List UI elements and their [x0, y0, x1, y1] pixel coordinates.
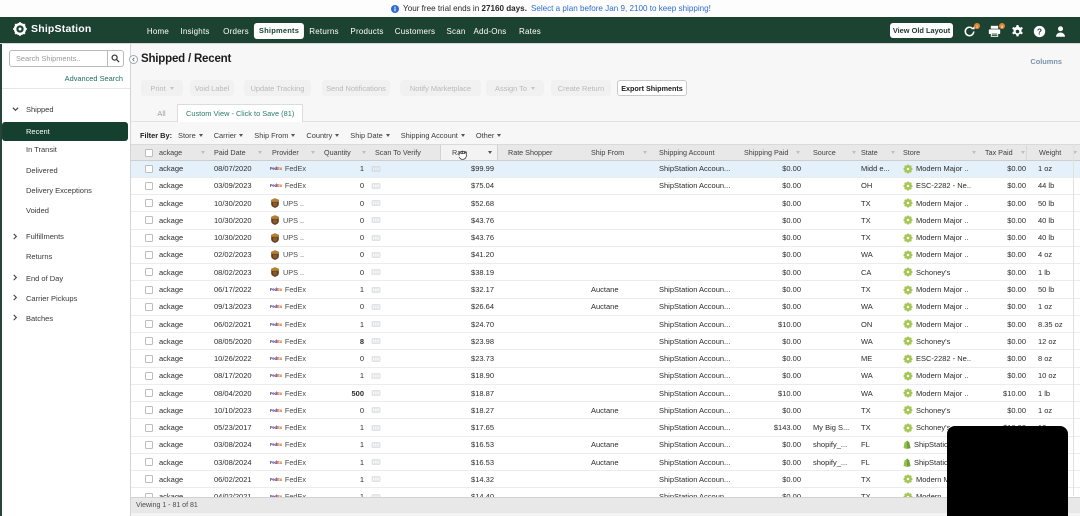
svg-text:?: ? [1037, 27, 1042, 36]
